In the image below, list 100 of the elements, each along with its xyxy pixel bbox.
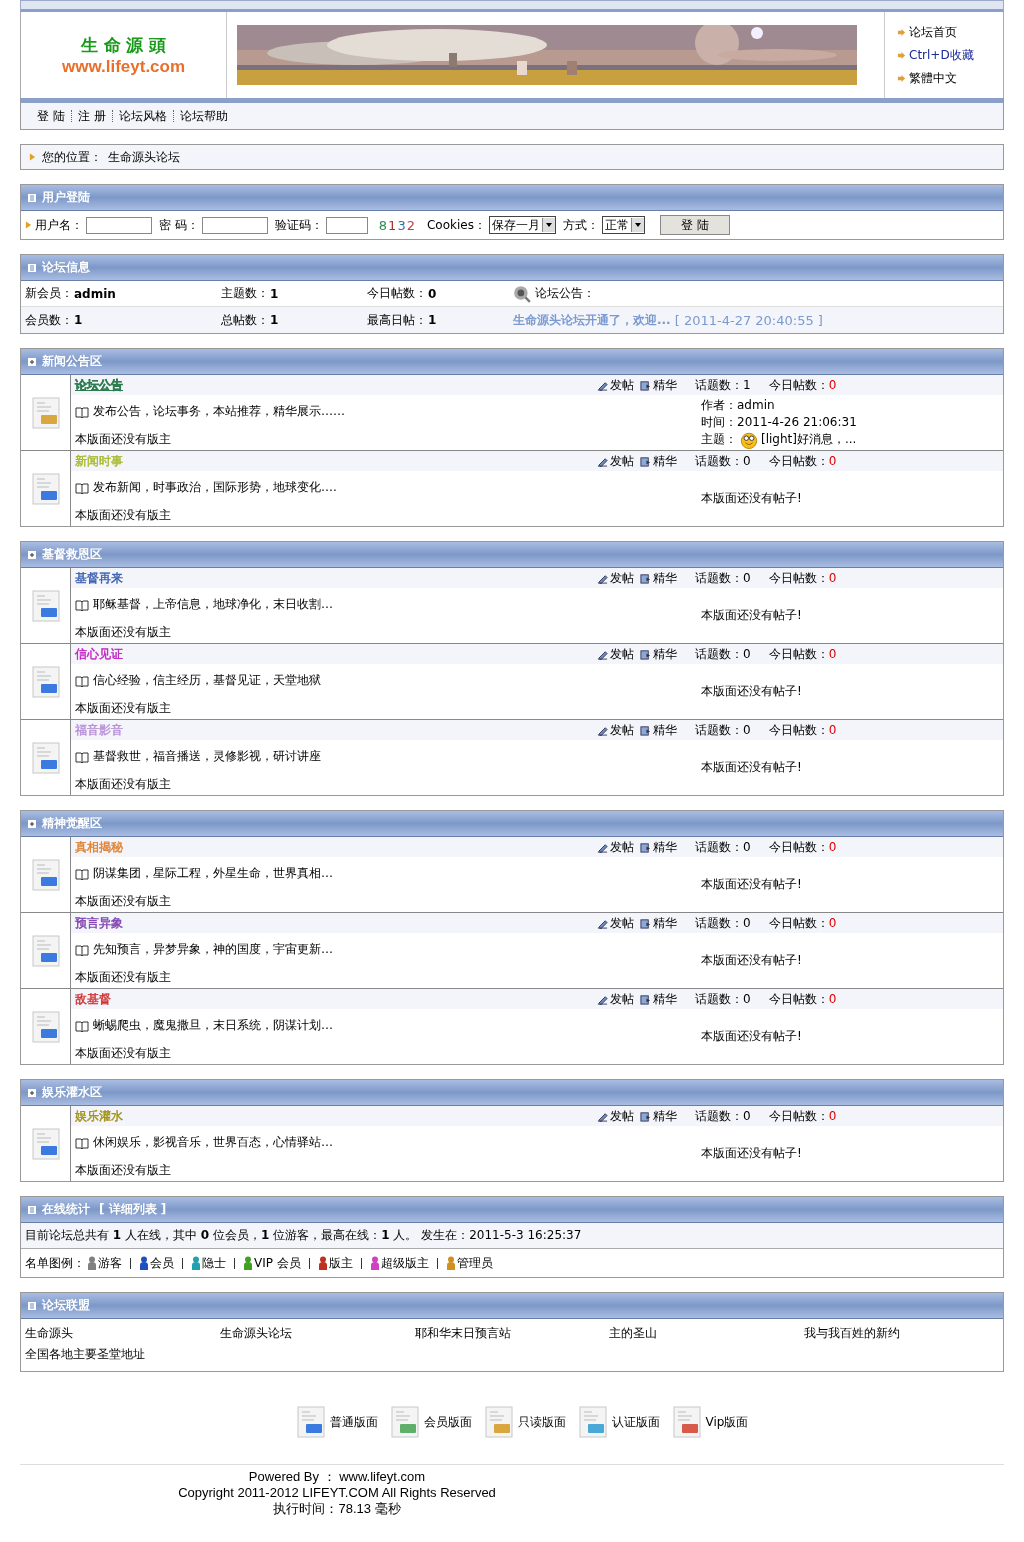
mode-dropdown[interactable]: 正常 [601,216,645,234]
cookies-dropdown[interactable]: 保存一月 [488,216,556,234]
login-button[interactable]: 登 陆 [659,215,730,235]
new-post-link[interactable]: 发帖 [597,990,634,1008]
post-subject-link[interactable]: [light]好消息，... [761,431,857,448]
breadcrumb-link[interactable]: 生命源头论坛 [108,148,180,166]
header-link[interactable]: Ctrl+D收藏 [897,46,1003,64]
notice-time: [ 2011-4-27 20:40:55 ] [674,312,823,328]
alliance-link[interactable]: 我与我百姓的新约 [804,1325,999,1342]
notepad-icon [671,1406,702,1438]
notepad-icon [30,934,61,967]
stat-label: 主题数： [221,285,269,302]
section-title: 精神觉醒区 [42,815,102,832]
header-link[interactable]: 繁體中文 [897,69,1003,87]
today-post-count: 今日帖数：0 [768,838,837,856]
stat-value: 1 [270,313,279,327]
header-link[interactable]: 论坛首页 [897,23,1003,41]
plus-icon[interactable] [27,1087,37,1098]
new-post-link[interactable]: 发帖 [597,452,634,470]
plus-icon[interactable] [27,549,37,560]
forum-link[interactable]: 论坛公告 [75,376,123,394]
page-icon [640,841,651,853]
legend-item: VIP 会员 [254,1254,301,1272]
moderator-text: 本版面还没有版主 [75,624,172,641]
topic-count: 话题数：1 [695,376,751,394]
nav-link[interactable]: 论坛帮助 [179,107,228,125]
forum-link[interactable]: 信心见证 [75,645,123,663]
stat-label: 会员数： [25,311,73,329]
plus-icon[interactable] [27,818,37,829]
book-icon [75,405,89,418]
alliance-link[interactable]: 生命源头 [25,1325,220,1342]
page-icon [640,572,651,584]
page-icon [640,917,651,929]
alliance-link[interactable]: 生命源头论坛 [219,1325,415,1342]
today-post-count: 今日帖数：0 [768,452,837,470]
today-post-count: 今日帖数：0 [768,569,837,587]
today-post-count: 今日帖数：0 [768,645,837,663]
forum-link[interactable]: 预言异象 [75,914,123,932]
board-type-label: 会员版面 [423,1413,472,1431]
legend-item: 隐士 [202,1254,226,1272]
notepad-icon [389,1406,420,1438]
new-post-link[interactable]: 发帖 [597,721,634,739]
featured-link[interactable]: 精华 [640,990,677,1008]
captcha-field[interactable] [325,216,368,234]
topic-count: 话题数：0 [695,914,751,932]
notepad-icon [30,665,61,698]
footer-text: 执行时间：78.13 毫秒 [273,1501,401,1517]
username-field[interactable] [86,216,152,234]
triangle-icon [29,152,36,162]
pencil-icon [597,1110,608,1122]
password-field[interactable] [201,216,268,234]
featured-link[interactable]: 精华 [640,838,677,856]
featured-link[interactable]: 精华 [640,645,677,663]
book-icon [75,1136,89,1149]
forum-link[interactable]: 基督再来 [75,569,123,587]
forum-description: 休闲娱乐，影视音乐，世界百态，心情驿站… [93,1134,333,1151]
document-icon [27,1300,37,1311]
no-posts-text: 本版面还没有帖子! [701,1028,802,1045]
page-icon [640,1110,651,1122]
nav-link[interactable]: 登 陆 [37,107,65,125]
nav-link[interactable]: 注 册 [77,107,106,125]
topic-count: 话题数：0 [695,721,751,739]
alliance-link[interactable]: 耶和华末日预言站 [414,1325,610,1342]
arrow-icon [897,50,906,60]
today-post-count: 今日帖数：0 [768,1107,837,1125]
featured-link[interactable]: 精华 [640,721,677,739]
today-post-count: 今日帖数：0 [768,376,837,394]
new-post-link[interactable]: 发帖 [597,376,634,394]
featured-link[interactable]: 精华 [640,376,677,394]
forum-link[interactable]: 敌基督 [75,990,111,1008]
forum-link[interactable]: 娱乐灌水 [75,1107,123,1125]
legend-item: 超级版主 [380,1254,429,1272]
moderator-text: 本版面还没有版主 [75,431,172,448]
smiley-icon [740,430,758,449]
new-post-link[interactable]: 发帖 [597,645,634,663]
no-posts-text: 本版面还没有帖子! [701,876,802,893]
moderator-text: 本版面还没有版主 [75,1162,172,1179]
topic-count: 话题数：0 [695,990,751,1008]
topic-count: 话题数：0 [695,1107,751,1125]
alliance-link[interactable]: 主的圣山 [609,1325,805,1342]
alliance-link[interactable]: 全国各地主要圣堂地址 [25,1346,220,1363]
new-post-link[interactable]: 发帖 [597,1107,634,1125]
new-post-link[interactable]: 发帖 [597,569,634,587]
document-icon [27,1204,37,1215]
post-time: 时间：2011-4-26 21:06:31 [701,413,857,431]
pencil-icon [597,724,608,736]
featured-link[interactable]: 精华 [640,914,677,932]
stat-label: 今日帖数： [367,285,427,302]
section-title: 用户登陆 [42,189,90,206]
new-post-link[interactable]: 发帖 [597,914,634,932]
featured-link[interactable]: 精华 [640,452,677,470]
new-post-link[interactable]: 发帖 [597,838,634,856]
featured-link[interactable]: 精华 [640,1107,677,1125]
page-icon [640,724,651,736]
notepad-icon [577,1406,608,1438]
featured-link[interactable]: 精华 [640,569,677,587]
document-icon [27,262,37,273]
plus-icon[interactable] [27,356,37,367]
moderator-text: 本版面还没有版主 [75,969,172,986]
nav-link[interactable]: 论坛风格 [118,107,167,125]
